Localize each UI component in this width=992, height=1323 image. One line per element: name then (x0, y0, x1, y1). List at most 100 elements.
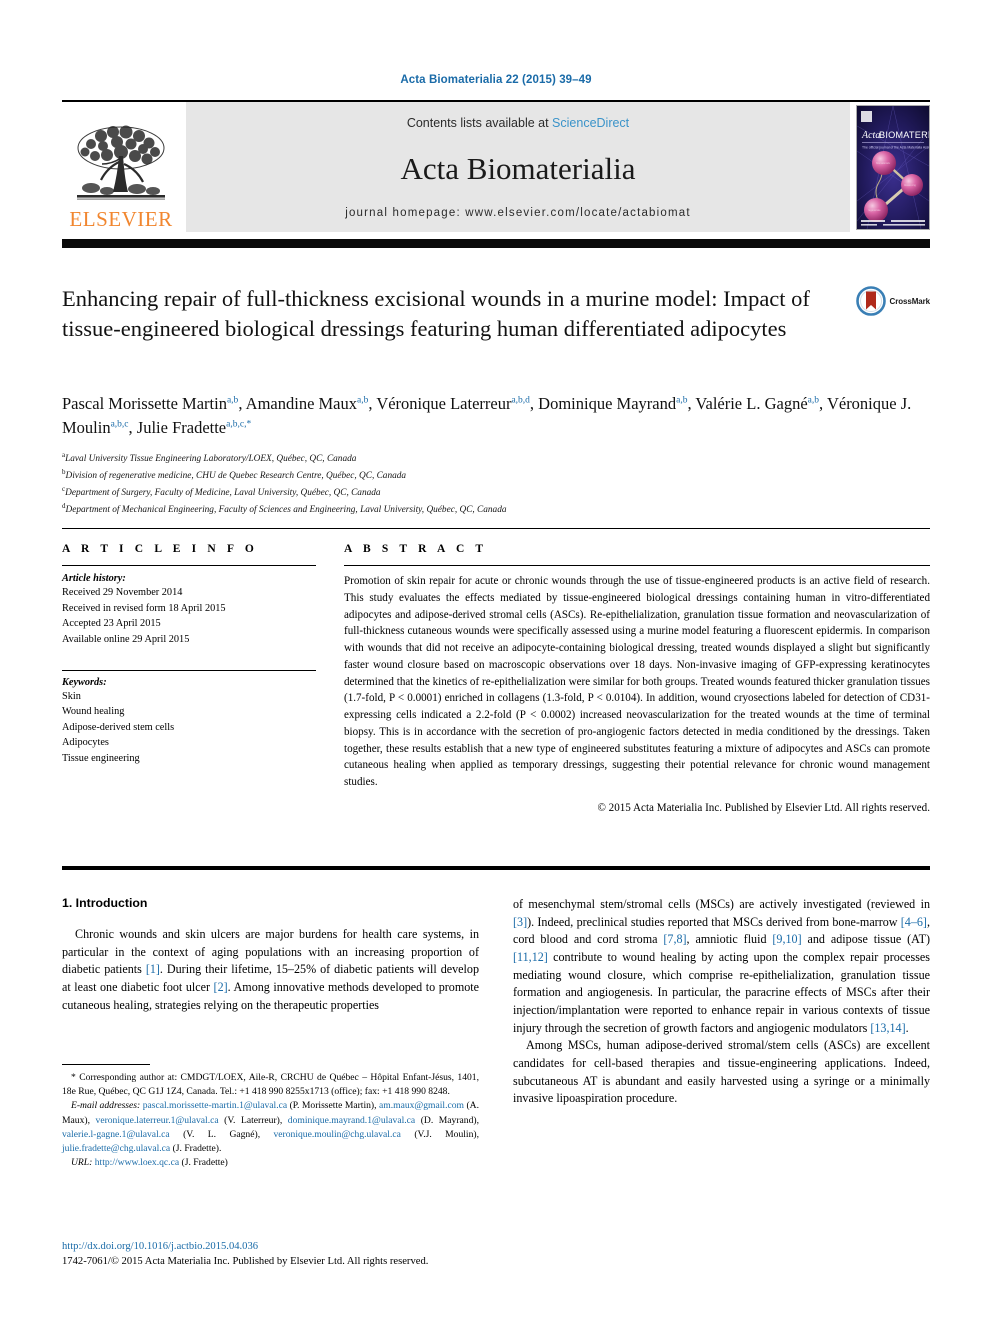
article-info-rule (62, 565, 316, 566)
intro-paragraph-right-1: of mesenchymal stem/stromal cells (MSCs)… (513, 897, 930, 1035)
email-addresses-note: E-mail addresses: pascal.morissette-mart… (62, 1100, 480, 1154)
keyword-item: Adipose-derived stem cells (62, 721, 175, 733)
article-info-heading: A R T I C L E I N F O (62, 543, 258, 555)
citation-ref[interactable]: [11,12] (513, 950, 548, 964)
author-name: Dominique Mayrand (538, 394, 677, 413)
journal-masthead: ELSEVIER Contents lists available at Sci… (62, 100, 930, 232)
sciencedirect-link[interactable]: ScienceDirect (552, 116, 629, 130)
author-affiliation-mark: a,b,c,* (226, 419, 252, 430)
svg-text:biomaterials: biomaterials (876, 161, 891, 165)
email-link[interactable]: veronique.moulin@chg.ulaval.ca (274, 1129, 401, 1140)
info-abstract-columns: A R T I C L E I N F O Article history: R… (62, 543, 930, 814)
crossmark-label: CrossMark (889, 296, 931, 306)
svg-text:BIOMATERIALIA: BIOMATERIALIA (879, 130, 929, 140)
paper-page: Acta Biomaterialia 22 (2015) 39–49 ELSEV… (0, 0, 992, 1323)
abstract-text: Promotion of skin repair for acute or ch… (344, 575, 930, 788)
affiliation-item: cDepartment of Surgery, Faculty of Medic… (62, 485, 381, 499)
citation-ref[interactable]: [2] (214, 980, 228, 994)
doi-link[interactable]: http://dx.doi.org/10.1016/j.actbio.2015.… (62, 1239, 622, 1254)
introduction-heading: 1. Introduction (62, 896, 148, 910)
keywords-block: Keywords: Skin Wound healing Adipose-deriv… (62, 669, 316, 767)
elsevier-logo: ELSEVIER (62, 102, 180, 232)
article-info-column: A R T I C L E I N F O Article history: R… (62, 543, 334, 814)
abstract-rule (344, 565, 930, 566)
masthead-bottom-rule (62, 239, 930, 248)
citation-ref[interactable]: [4–6] (901, 915, 927, 929)
intro-paragraph-left: Chronic wounds and skin ulcers are major… (62, 927, 479, 1012)
citation-ref[interactable]: [9,10] (772, 932, 801, 946)
keyword-item: Skin (62, 690, 81, 702)
email-link[interactable]: pascal.morissette-martin.1@ulaval.ca (143, 1100, 287, 1111)
crossmark-icon (855, 286, 886, 316)
affiliation-item: dDepartment of Mechanical Engineering, F… (62, 502, 507, 516)
masthead-center: Contents lists available at ScienceDirec… (186, 102, 850, 232)
corresponding-author-mark: * (71, 1072, 76, 1083)
article-history-label: Article history: (62, 573, 126, 584)
email-owner: (V. L. Gagné) (183, 1128, 258, 1140)
keyword-item: Adipocytes (62, 737, 109, 749)
svg-text:regenerate: regenerate (868, 208, 881, 212)
affiliation-item: aLaval University Tissue Engineering Lab… (62, 451, 357, 465)
article-history-list: Received 29 November 2014 Received in rev… (62, 585, 316, 648)
abstract-bottom-rule (62, 866, 930, 870)
citation-ref[interactable]: [13,14] (870, 1021, 905, 1035)
svg-text:tissue eng: tissue eng (904, 183, 916, 187)
citation-ref[interactable]: [3] (513, 915, 527, 929)
url-label: URL: (71, 1157, 93, 1169)
author-affiliation-mark: a,b,d (511, 395, 530, 406)
abstract-heading: A B S T R A C T (344, 543, 488, 555)
keywords-label: Keywords: (62, 676, 107, 688)
author-affiliation-mark: a,b (226, 395, 239, 406)
email-link[interactable]: dominique.mayrand.1@ulaval.ca (288, 1115, 415, 1126)
url-owner: (J. Fradette) (181, 1157, 228, 1169)
email-owner: (P. Morissette Martin) (289, 1100, 375, 1112)
author-affiliation-mark: a,b,c (110, 419, 129, 430)
footer-block: http://dx.doi.org/10.1016/j.actbio.2015.… (62, 1239, 622, 1270)
url-link[interactable]: http://www.loex.qc.ca (95, 1157, 179, 1168)
email-addresses-label: E-mail addresses: (71, 1100, 141, 1112)
author-name: Julie Fradette (136, 418, 227, 438)
body-column-right: of mesenchymal stem/stromal cells (MSCs)… (513, 896, 930, 1108)
elsevier-tree-icon (77, 125, 165, 200)
intro-paragraph-right-2: Among MSCs, human adipose-derived stroma… (513, 1038, 930, 1106)
journal-homepage[interactable]: journal homepage: www.elsevier.com/locat… (345, 207, 691, 219)
citation-ref[interactable]: [7,8] (663, 932, 686, 946)
author-name: Valérie L. Gagné (695, 394, 808, 413)
svg-text:Acta: Acta (861, 130, 880, 141)
affiliation-item: bDivision of regenerative medicine, CHU … (62, 468, 407, 482)
citation-ref[interactable]: [1] (146, 962, 160, 976)
title-block: Enhancing repair of full-thickness excis… (62, 284, 930, 344)
corresponding-author-note: * Corresponding author at: CMDGT/LOEX, A… (62, 1072, 479, 1098)
keyword-item: Tissue engineering (62, 753, 140, 765)
footnote-block: * Corresponding author at: CMDGT/LOEX, A… (62, 1064, 479, 1170)
author-affiliation-mark: a,b (676, 395, 688, 406)
author-name: Amandine Maux (245, 394, 358, 413)
cover-artwork: Acta BIOMATERIALIA The official journal … (857, 106, 929, 229)
author-list: Pascal Morissette Martina,b, Amandine Ma… (62, 394, 912, 438)
author-name: Véronique Laterreur (376, 394, 512, 413)
email-owner: (V.J. Moulin) (414, 1128, 477, 1140)
email-owner: (V. Laterreur) (224, 1114, 280, 1126)
email-owner: (J. Fradette) (172, 1142, 219, 1154)
url-note: URL: http://www.loex.qc.ca (J. Fradette) (62, 1156, 479, 1170)
abstract-copyright: © 2015 Acta Materialia Inc. Published by… (597, 801, 930, 814)
crossmark-badge[interactable]: CrossMark (855, 286, 931, 316)
info-top-rule (62, 528, 930, 529)
issn-copyright-line: 1742-7061/© 2015 Acta Materialia Inc. Pu… (62, 1256, 429, 1268)
author-affiliation-mark: a,b (357, 395, 369, 406)
email-link[interactable]: julie.fradette@chg.ulaval.ca (62, 1143, 170, 1154)
article-history-item: Available online 29 April 2015 (62, 633, 190, 645)
author-affiliation-mark: a,b (807, 395, 819, 406)
email-link[interactable]: am.maux@gmail.com (379, 1100, 464, 1111)
email-link[interactable]: valerie.l-gagne.1@ulaval.ca (62, 1129, 170, 1140)
page-title: Enhancing repair of full-thickness excis… (62, 286, 810, 342)
affiliation-list: aLaval University Tissue Engineering Lab… (62, 450, 930, 519)
keyword-item: Wound healing (62, 706, 125, 718)
running-head: Acta Biomaterialia 22 (2015) 39–49 (400, 74, 592, 86)
svg-text:The official journal of the Ac: The official journal of the Acta Materia… (862, 146, 929, 150)
contents-available-line: Contents lists available at ScienceDirec… (407, 116, 629, 130)
journal-cover-thumbnail: Acta BIOMATERIALIA The official journal … (856, 105, 930, 230)
keywords-rule (62, 669, 316, 671)
email-link[interactable]: veronique.laterreur.1@ulaval.ca (96, 1115, 219, 1126)
author-name: Pascal Morissette Martin (62, 394, 227, 413)
